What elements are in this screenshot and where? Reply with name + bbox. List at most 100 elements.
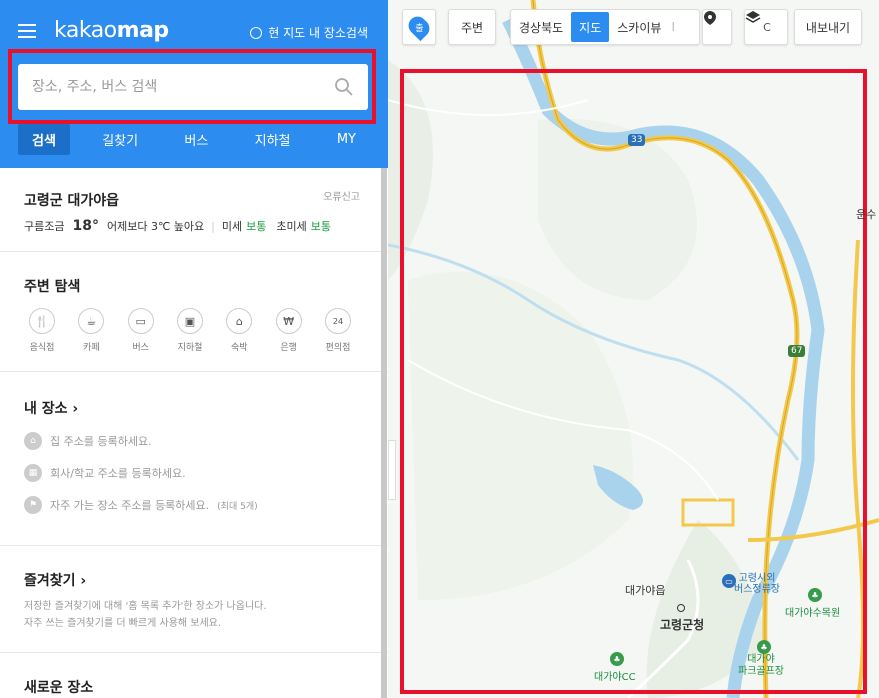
subway-icon: ▣	[176, 308, 203, 334]
chevron-right-icon: ›	[80, 573, 87, 589]
export-button[interactable]: 내보내기	[794, 9, 862, 45]
start-pin-label: 출	[414, 23, 424, 34]
start-point-button[interactable]: 출	[402, 9, 436, 45]
chevron-right-icon: ›	[72, 401, 79, 417]
nearby-button[interactable]: 주변	[448, 9, 496, 45]
arboretum-icon[interactable]: ♣	[808, 588, 822, 602]
map-label-town[interactable]: 대가야읍	[625, 582, 665, 598]
new-place-title: 새로운 장소	[24, 680, 94, 696]
nearby-label: 지하철	[177, 343, 203, 353]
kakao-map-app: kakaomap 현 지도 내 장소검색 검색 길찾기 버스 지하철 MY	[0, 0, 879, 698]
nearby-restaurant[interactable]: 🍴 음식점	[24, 308, 60, 353]
my-place-title[interactable]: 내 장소 ›	[24, 398, 364, 418]
tab-my[interactable]: MY	[323, 126, 370, 153]
menu-icon[interactable]	[18, 24, 36, 38]
nearby-subway[interactable]: ▣ 지하철	[172, 308, 208, 353]
map-mode-button[interactable]: 지도	[571, 12, 610, 42]
favorites-desc-line: 자주 쓰는 즐겨찾기를 더 빠르게 사용해 보세요.	[24, 618, 222, 629]
layers-suffix: C	[763, 20, 771, 34]
skyview-divider: I	[671, 20, 675, 34]
map-label-arboretum[interactable]: 대가야수목원	[785, 604, 840, 619]
ultra-dust-label: 초미세	[276, 220, 307, 233]
report-error-link[interactable]: 오류신고	[323, 188, 360, 203]
weather-temp: 18°	[72, 218, 99, 234]
work-address-row[interactable]: ▦ 회사/학교 주소를 등록하세요.	[24, 464, 364, 482]
favorites-title[interactable]: 즐겨찾기 ›	[24, 570, 364, 590]
favorites-title-text: 즐겨찾기	[24, 573, 76, 589]
sidebar-collapse-handle[interactable]	[388, 440, 396, 500]
nearby-label: 버스	[132, 343, 149, 353]
nearby-convenience[interactable]: 24 편의점	[320, 308, 356, 353]
sidebar: kakaomap 현 지도 내 장소검색 검색 길찾기 버스 지하철 MY	[0, 0, 388, 698]
map-view[interactable]: 33 67 운수 대가야읍 고령군청 ▭ 고령시외 버스정류장 ♣ 대가야수목원…	[388, 0, 879, 698]
nearby-label: 편의점	[325, 343, 351, 353]
map-type-switch: 경상북도 지도 스카이뷰 I	[510, 9, 700, 45]
nearby-bus[interactable]: ▭ 버스	[123, 308, 159, 353]
nearby-label: 숙박	[231, 343, 248, 353]
nearby-lodging[interactable]: ⌂ 숙박	[221, 308, 257, 353]
sidebar-scrollbar[interactable]	[381, 168, 387, 698]
home-address-text: 집 주소를 등록하세요.	[50, 435, 152, 448]
search-box	[18, 64, 368, 110]
bus-terminal-line: 고령시외	[738, 573, 776, 584]
map-label-county-office[interactable]: 고령군청	[660, 616, 704, 633]
favorites-section: 즐겨찾기 › 저장한 즐겨찾기에 대해 '홈 목록 추가'한 장소가 나옵니다.…	[0, 546, 388, 653]
roadview-button[interactable]	[702, 9, 732, 45]
bus-icon: ▭	[127, 308, 154, 334]
ultra-dust-value: 보통	[310, 220, 331, 233]
favorites-desc-line: 저장한 즐겨찾기에 대해 '홈 목록 추가'한 장소가 나옵니다.	[24, 601, 267, 612]
region-label[interactable]: 경상북도	[511, 10, 571, 44]
weather-compare: 어제보다 3℃ 높아요	[106, 220, 205, 233]
nearby-bank[interactable]: ₩ 은행	[271, 308, 307, 353]
tab-search[interactable]: 검색	[18, 123, 70, 155]
home-address-row[interactable]: ⌂ 집 주소를 등록하세요.	[24, 432, 364, 450]
search-icon[interactable]	[334, 77, 354, 97]
nearby-title: 주변 탐색	[24, 279, 81, 295]
frequent-address-row[interactable]: ⚑ 자주 가는 장소 주소를 등록하세요. (최대 5개)	[24, 496, 364, 514]
favorites-description: 저장한 즐겨찾기에 대해 '홈 목록 추가'한 장소가 나옵니다. 자주 쓰는 …	[24, 598, 364, 632]
cup-icon: ☕	[78, 308, 105, 334]
weather-section: 고령군 대가야읍 오류신고 구름조금 18° 어제보다 3℃ 높아요 | 미세 …	[0, 168, 388, 252]
map-label-edge[interactable]: 운수	[856, 206, 876, 222]
scope-search-label: 현 지도 내 장소검색	[268, 26, 368, 40]
scrollbar-thumb[interactable]	[381, 168, 387, 698]
new-place-section: 새로운 장소	[0, 653, 388, 697]
frequent-address-text: 자주 가는 장소 주소를 등록하세요.	[50, 499, 210, 512]
nearby-section: 주변 탐색 🍴 음식점 ☕ 카페 ▭ 버스 ▣ 지하철 ⌂ 숙박 ₩ 은행 24 편의점	[0, 252, 388, 372]
store-24-icon: 24	[324, 308, 351, 334]
logo-bold: map	[116, 18, 170, 43]
my-place-section: 내 장소 › ⌂ 집 주소를 등록하세요. ▦ 회사/학교 주소를 등록하세요. ⚑…	[0, 372, 388, 546]
nearby-label: 은행	[280, 343, 297, 353]
skyview-button[interactable]: 스카이뷰	[609, 10, 669, 44]
radio-icon	[250, 26, 263, 39]
nearby-icons: 🍴 음식점 ☕ 카페 ▭ 버스 ▣ 지하철 ⌂ 숙박 ₩ 은행 24 편의점	[24, 308, 364, 353]
home-icon: ⌂	[24, 432, 42, 450]
map-label-cc[interactable]: 대가야CC	[594, 668, 636, 683]
search-input[interactable]	[32, 79, 334, 95]
tab-subway[interactable]: 지하철	[241, 124, 305, 155]
work-address-text: 회사/학교 주소를 등록하세요.	[50, 467, 186, 480]
nearby-label: 카페	[83, 343, 100, 353]
nearby-cafe[interactable]: ☕ 카페	[73, 308, 109, 353]
flag-icon: ⚑	[24, 496, 42, 514]
building-icon: ▦	[24, 464, 42, 482]
won-icon: ₩	[275, 308, 302, 334]
dust-label: 미세	[221, 220, 243, 233]
cc-icon[interactable]: ♣	[610, 652, 624, 666]
logo-regular: kakao	[54, 18, 117, 43]
tab-bus[interactable]: 버스	[170, 124, 222, 155]
scope-search-toggle[interactable]: 현 지도 내 장소검색	[250, 24, 368, 41]
map-label-golf[interactable]: 대가야 파크골프장	[738, 654, 784, 678]
weather-condition: 구름조금	[24, 220, 65, 233]
weather-place: 고령군 대가야읍	[24, 193, 120, 209]
layers-button[interactable]: C	[744, 9, 788, 45]
weather-line: 구름조금 18° 어제보다 3℃ 높아요 | 미세 보통 초미세 보통	[24, 218, 364, 234]
route-33-shield: 33	[628, 134, 646, 146]
divider: |	[211, 219, 215, 233]
tab-directions[interactable]: 길찾기	[88, 124, 152, 155]
county-office-icon[interactable]	[677, 604, 685, 612]
golf-icon[interactable]: ♣	[757, 640, 771, 654]
golf-line: 파크골프장	[738, 666, 784, 677]
map-label-bus-terminal[interactable]: 고령시외 버스정류장	[734, 573, 780, 595]
logo[interactable]: kakaomap	[54, 18, 169, 43]
